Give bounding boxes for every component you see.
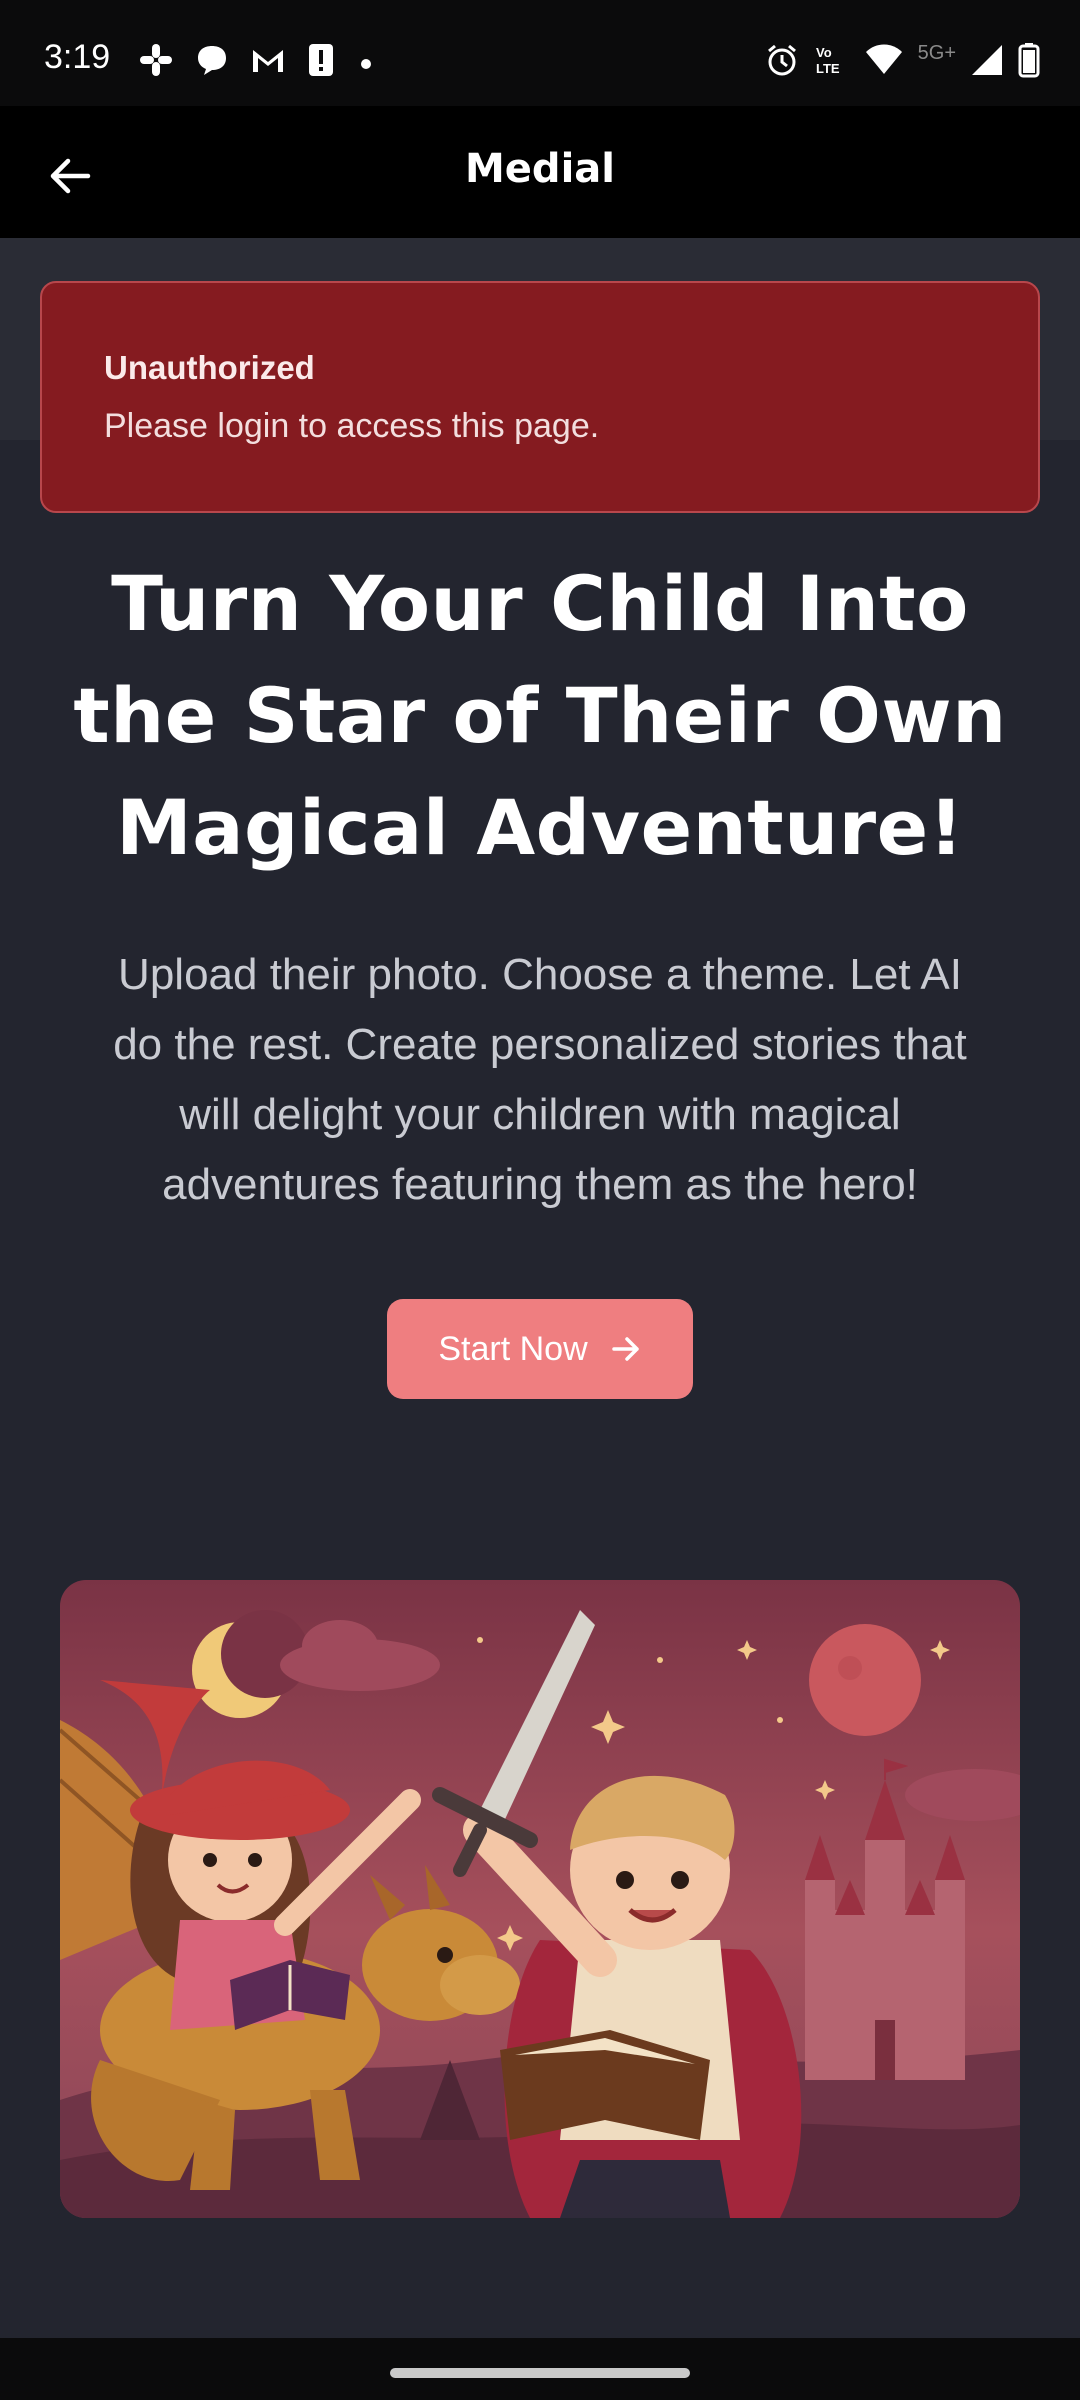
hero-description-line: Upload their photo. Choose a theme. Let … (118, 950, 962, 999)
wifi-icon (864, 42, 904, 78)
hero-description-line: will delight your children with magical (179, 1090, 901, 1139)
hero-title-line: Magical Adventure! (116, 783, 964, 872)
alert-message: Please login to access this page. (104, 407, 600, 445)
status-time: 3:19 (44, 38, 111, 76)
battery-icon (1018, 42, 1040, 78)
alert-icon (306, 42, 336, 78)
hero-description: Upload their photo. Choose a theme. Let … (60, 940, 1020, 1220)
hero-description-line: adventures featuring them as the hero! (162, 1160, 918, 1209)
hero-title: Turn Your Child Into the Star of Their O… (40, 548, 1040, 884)
unauthorized-alert: Unauthorized Please login to access this… (40, 281, 1040, 513)
hero-description-line: do the rest. Create personalized stories… (113, 1020, 967, 1069)
arrow-right-icon (611, 1337, 639, 1361)
slack-icon (138, 42, 174, 78)
alert-title: Unauthorized (104, 349, 315, 386)
alarm-icon (764, 42, 800, 78)
app-bar: Medial (0, 106, 1080, 240)
gmail-icon (250, 42, 286, 78)
hero-title-line: Turn Your Child Into (111, 559, 969, 648)
gesture-bar (0, 2338, 1080, 2400)
svg-text:Vo: Vo (816, 45, 832, 60)
volte-icon: Vo LTE (814, 42, 850, 78)
start-now-button[interactable]: Start Now (387, 1299, 693, 1399)
hero-illustration (60, 1580, 1020, 2218)
start-now-label: Start Now (438, 1329, 588, 1368)
signal-icon (970, 43, 1004, 77)
system-icons: Vo LTE 5G+ (764, 40, 1040, 80)
chat-bubble-icon (194, 42, 230, 78)
hero-title-line: the Star of Their Own (73, 671, 1007, 760)
notification-icons (138, 40, 376, 80)
network-type: 5G+ (917, 41, 956, 64)
svg-text:LTE: LTE (816, 61, 840, 76)
status-bar: 3:19 Vo LTE 5G+ (0, 0, 1080, 106)
app-title: Medial (465, 146, 615, 192)
home-gesture-handle[interactable] (390, 2368, 690, 2378)
dot-icon (356, 42, 376, 78)
